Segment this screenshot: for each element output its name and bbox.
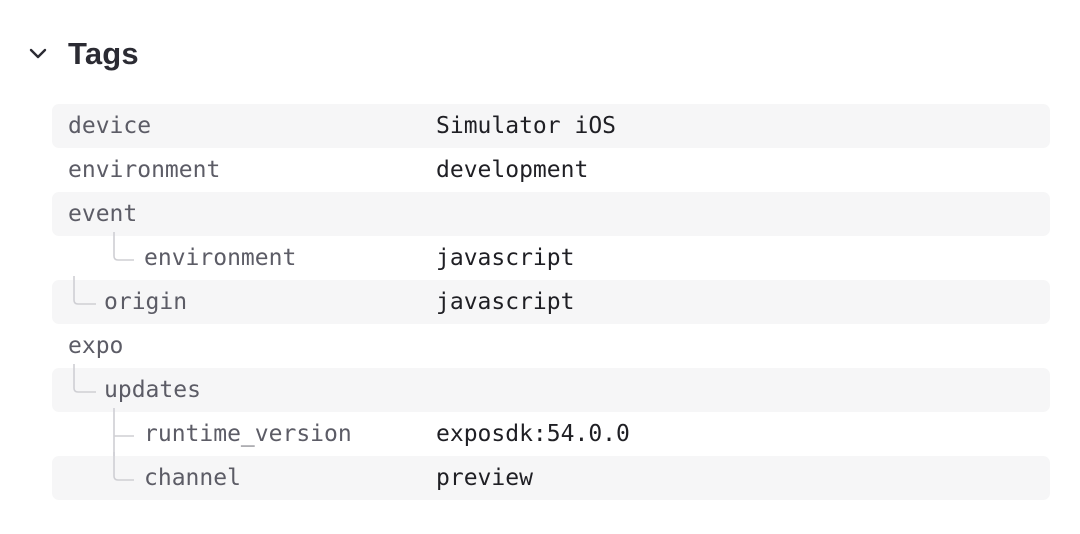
tag-row-event: event bbox=[52, 192, 1050, 236]
tag-row-event-origin: origin javascript bbox=[52, 276, 1050, 324]
tag-row-expo: expo bbox=[52, 324, 1050, 368]
section-title: Tags bbox=[68, 36, 139, 71]
tags-table: device Simulator iOS environment develop… bbox=[52, 104, 1050, 500]
tag-value: preview bbox=[436, 465, 533, 491]
tag-key: event bbox=[68, 201, 138, 227]
tag-row-updates-runtime-version: runtime_version exposdk:54.0.0 bbox=[52, 408, 1050, 460]
tag-key: runtime_version bbox=[144, 421, 352, 447]
tag-key: origin bbox=[104, 289, 188, 315]
tag-value: javascript bbox=[436, 289, 575, 315]
tag-key: updates bbox=[104, 377, 201, 403]
tag-value: Simulator iOS bbox=[436, 113, 617, 139]
tag-row-expo-updates: updates bbox=[52, 364, 1050, 412]
tag-row-updates-channel: channel preview bbox=[52, 452, 1050, 500]
tag-row-device: device Simulator iOS bbox=[52, 104, 1050, 148]
tag-key: channel bbox=[144, 465, 241, 491]
tag-key: expo bbox=[68, 333, 124, 359]
tag-value: development bbox=[436, 157, 589, 183]
tree-connector bbox=[73, 364, 96, 393]
tag-value: javascript bbox=[436, 245, 575, 271]
tree-connector bbox=[113, 452, 134, 481]
tree-connector bbox=[113, 408, 134, 460]
tags-section-toggle[interactable]: Tags bbox=[24, 30, 139, 78]
tag-row-environment: environment development bbox=[52, 148, 1050, 192]
tree-connector bbox=[73, 276, 96, 305]
tag-row-event-environment: environment javascript bbox=[52, 232, 1050, 280]
tree-connector bbox=[113, 232, 134, 261]
chevron-down-icon bbox=[24, 40, 52, 68]
tag-key: device bbox=[68, 113, 152, 139]
tag-value: exposdk:54.0.0 bbox=[436, 421, 630, 447]
tag-key: environment bbox=[68, 157, 221, 183]
tag-key: environment bbox=[144, 245, 297, 271]
